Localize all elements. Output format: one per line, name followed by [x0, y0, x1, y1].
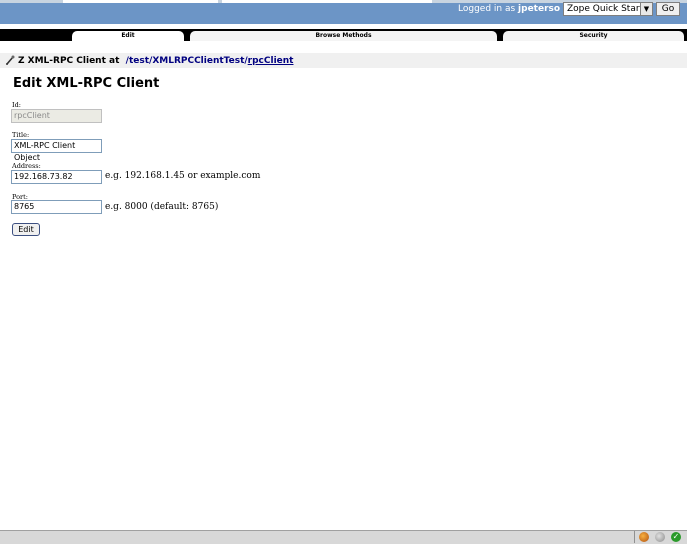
checkmark-icon[interactable]: ✓ — [671, 532, 681, 542]
address-field[interactable]: 192.168.73.82 — [11, 170, 102, 184]
tab-security[interactable]: Security — [503, 31, 684, 41]
status-bar — [0, 530, 687, 544]
tab-edit[interactable]: Edit — [72, 31, 184, 41]
firefox-icon[interactable] — [639, 532, 649, 542]
breadcrumb-prefix: Z XML-RPC Client at — [18, 56, 120, 66]
quick-start-select[interactable]: Zope Quick Start ▼ — [563, 2, 653, 16]
port-field[interactable]: 8765 — [11, 200, 102, 214]
connection-status-icon[interactable] — [655, 532, 665, 542]
id-label: Id: — [12, 101, 21, 109]
page-title: Edit XML-RPC Client — [13, 76, 160, 91]
username: jpeterso — [518, 4, 561, 14]
port-hint: e.g. 8000 (default: 8765) — [105, 202, 219, 212]
address-label: Address: — [12, 162, 41, 170]
login-status: Logged in as jpeterso — [458, 4, 560, 14]
breadcrumb-link-test[interactable]: /test — [126, 56, 149, 66]
xmlrpc-client-icon — [6, 55, 15, 65]
quick-start-value: Zope Quick Start — [567, 4, 644, 14]
go-button[interactable]: Go — [656, 2, 680, 16]
address-hint: e.g. 192.168.1.45 or example.com — [105, 171, 261, 181]
title-field[interactable]: XML-RPC Client Object — [11, 139, 102, 162]
breadcrumb-link-xmlrpcclienttest[interactable]: /XMLRPCClientTest — [149, 56, 244, 66]
breadcrumb: Z XML-RPC Client at /test/XMLRPCClientTe… — [18, 56, 293, 66]
edit-submit-button[interactable]: Edit — [12, 223, 40, 236]
title-label: Title: — [12, 131, 30, 139]
chevron-down-icon[interactable]: ▼ — [640, 3, 652, 15]
login-prefix: Logged in as — [458, 4, 516, 14]
tab-browse-methods[interactable]: Browse Methods — [190, 31, 497, 41]
breadcrumb-link-rpcclient[interactable]: rpcClient — [248, 56, 294, 66]
id-field: rpcClient — [11, 109, 102, 123]
status-divider — [634, 531, 635, 543]
